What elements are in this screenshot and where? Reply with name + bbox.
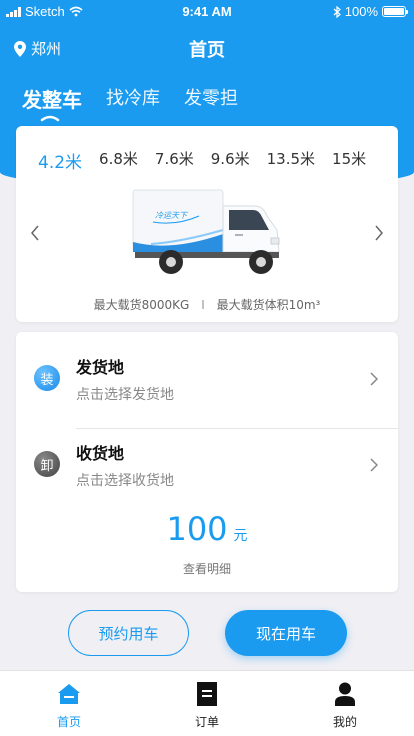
bluetooth-icon bbox=[333, 5, 341, 18]
tabbar-label: 我的 bbox=[332, 715, 357, 729]
battery-icon bbox=[382, 6, 408, 17]
chevron-right-icon bbox=[370, 372, 378, 386]
profile-icon bbox=[335, 681, 355, 707]
destination-hint: 点击选择收货地 bbox=[76, 473, 174, 489]
load-badge-icon: 装 bbox=[34, 365, 60, 391]
service-tabs: 发整车 找冷库 发零担 bbox=[22, 84, 262, 113]
truck-selector-card: 4.2米 6.8米 7.6米 9.6米 13.5米 15米 冷运天下 最大载货8… bbox=[16, 126, 398, 322]
truck-brand-text: 冷运天下 bbox=[155, 211, 189, 220]
truck-capacity: 最大载货8000KG I 最大载货体积10m³ bbox=[16, 296, 398, 313]
chevron-left-icon[interactable] bbox=[30, 224, 40, 242]
tabbar-item-profile[interactable]: 我的 bbox=[276, 671, 414, 736]
truck-size-option[interactable]: 13.5米 bbox=[267, 148, 315, 173]
destination-selector[interactable]: 卸 收货地 点击选择收货地 bbox=[16, 428, 398, 508]
price-amount: 100 bbox=[166, 510, 228, 548]
truck-size-option[interactable]: 4.2米 bbox=[38, 148, 82, 173]
status-bar: Sketch 9:41 AM 100% bbox=[0, 0, 414, 24]
order-icon bbox=[197, 681, 217, 707]
tab-indicator bbox=[40, 115, 60, 122]
price-unit: 元 bbox=[233, 528, 248, 544]
tabbar-label: 订单 bbox=[194, 715, 219, 729]
price-display: 100 元 bbox=[16, 510, 398, 548]
max-volume-label: 最大载货体积10m³ bbox=[216, 298, 321, 312]
route-card: 装 发货地 点击选择发货地 卸 收货地 点击选择收货地 100 元 查看明细 bbox=[16, 332, 398, 592]
reserve-button[interactable]: 预约用车 bbox=[68, 610, 189, 656]
page-title: 首页 bbox=[189, 40, 225, 61]
tab-cold-storage[interactable]: 找冷库 bbox=[106, 84, 160, 113]
origin-hint: 点击选择发货地 bbox=[76, 387, 174, 403]
tabbar-item-orders[interactable]: 订单 bbox=[138, 671, 276, 736]
view-details-link[interactable]: 查看明细 bbox=[16, 560, 398, 577]
truck-size-option[interactable]: 9.6米 bbox=[211, 148, 250, 173]
truck-size-option[interactable]: 15米 bbox=[332, 148, 366, 173]
home-icon bbox=[57, 681, 81, 707]
tab-full-truck[interactable]: 发整车 bbox=[22, 84, 82, 113]
tab-ltl[interactable]: 发零担 bbox=[184, 84, 238, 113]
truck-size-option[interactable]: 7.6米 bbox=[155, 148, 194, 173]
book-now-button[interactable]: 现在用车 bbox=[225, 610, 347, 656]
destination-title: 收货地 bbox=[76, 444, 125, 463]
origin-selector[interactable]: 装 发货地 点击选择发货地 bbox=[16, 342, 398, 429]
bottom-tab-bar: 首页 订单 我的 bbox=[0, 670, 414, 736]
chevron-right-icon bbox=[370, 458, 378, 472]
capacity-separator: I bbox=[201, 298, 205, 312]
max-load-label: 最大载货8000KG bbox=[93, 298, 190, 312]
unload-badge-icon: 卸 bbox=[34, 451, 60, 477]
top-bar: 郑州 首页 bbox=[0, 30, 414, 64]
truck-size-option[interactable]: 6.8米 bbox=[99, 148, 138, 173]
tabbar-item-home[interactable]: 首页 bbox=[0, 671, 138, 736]
truck-size-list: 4.2米 6.8米 7.6米 9.6米 13.5米 15米 bbox=[38, 148, 383, 173]
tabbar-label: 首页 bbox=[56, 715, 81, 729]
truck-image: 冷运天下 bbox=[132, 189, 280, 274]
chevron-right-icon[interactable] bbox=[374, 224, 384, 242]
battery-percent: 100% bbox=[344, 4, 378, 19]
origin-title: 发货地 bbox=[76, 358, 125, 377]
